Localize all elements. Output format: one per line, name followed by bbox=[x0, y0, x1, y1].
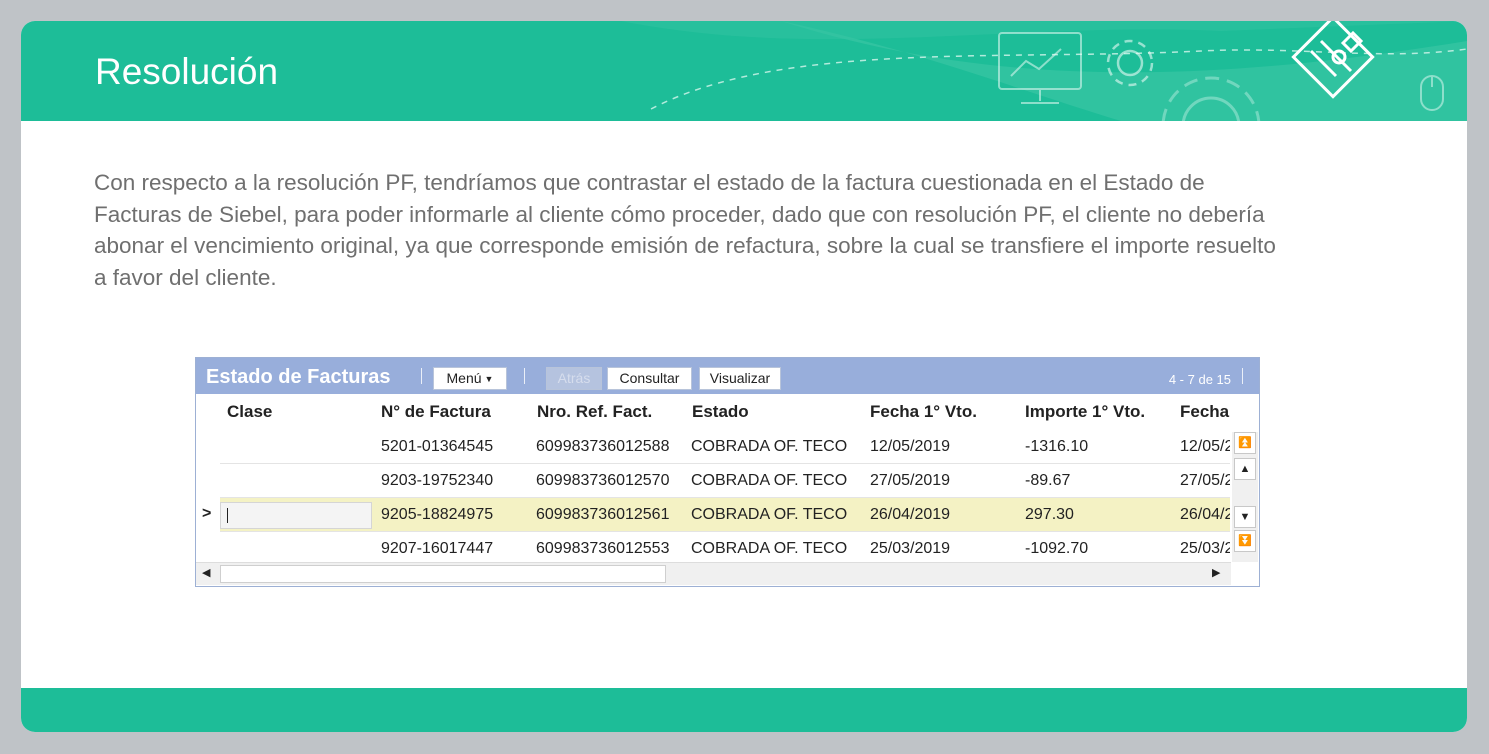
cell-fecha1: 25/03/2019 bbox=[870, 540, 951, 557]
column-header-importe1[interactable]: Importe 1° Vto. bbox=[1025, 394, 1145, 430]
estado-facturas-applet: Estado de Facturas Menú ▼ Atrás Consultar… bbox=[195, 357, 1260, 587]
horizontal-scroll-thumb[interactable] bbox=[220, 565, 666, 583]
cell-importe1: -1092.70 bbox=[1025, 540, 1089, 557]
cell-estado: COBRADA OF. TECO bbox=[691, 472, 848, 489]
cell-fecha2: 26/04/2 bbox=[1180, 506, 1230, 523]
slide-footer bbox=[21, 688, 1467, 732]
cell-ref: 609983736012570 bbox=[536, 472, 670, 489]
page-title: Resolución bbox=[95, 51, 279, 92]
cell-fecha1: 27/05/2019 bbox=[870, 472, 951, 489]
cell-factura: 9203-19752340 bbox=[381, 472, 494, 489]
cell-ref: 609983736012588 bbox=[536, 438, 670, 455]
column-header-estado[interactable]: Estado bbox=[692, 394, 749, 430]
body-paragraph: Con respecto a la resolución PF, tendría… bbox=[94, 170, 1276, 290]
cell-factura: 5201-01364545 bbox=[381, 438, 494, 455]
record-counter: 4 - 7 de 15 bbox=[1168, 372, 1231, 387]
column-header-clase[interactable]: Clase bbox=[227, 394, 272, 430]
vertical-scrollbar[interactable]: ⏫ ▲ ▼ ⏬ bbox=[1232, 432, 1258, 562]
scroll-up-icon[interactable]: ▲ bbox=[1234, 458, 1256, 480]
table-row[interactable]: 9207-16017447 609983736012553 COBRADA OF… bbox=[220, 532, 1230, 565]
cell-importe1: -89.67 bbox=[1025, 472, 1071, 489]
clase-edit-field[interactable] bbox=[220, 502, 372, 529]
slide-header: Resolución bbox=[21, 21, 1467, 121]
scroll-left-icon[interactable]: ◀ bbox=[202, 566, 210, 579]
cell-ref: 609983736012561 bbox=[536, 506, 670, 523]
menu-button-label: Menú bbox=[446, 370, 482, 386]
text-cursor bbox=[227, 508, 228, 523]
cell-importe1: -1316.10 bbox=[1025, 438, 1089, 455]
column-header-factura[interactable]: N° de Factura bbox=[381, 394, 491, 430]
back-button[interactable]: Atrás bbox=[546, 367, 602, 390]
table-row[interactable]: 5201-01364545 609983736012588 COBRADA OF… bbox=[220, 430, 1230, 464]
column-header-fecha1[interactable]: Fecha 1° Vto. bbox=[870, 394, 977, 430]
cell-importe1: 297.30 bbox=[1025, 506, 1074, 523]
first-record-icon[interactable]: ⏫ bbox=[1234, 432, 1256, 454]
last-record-icon[interactable]: ⏬ bbox=[1234, 530, 1256, 552]
scroll-down-icon[interactable]: ▼ bbox=[1234, 506, 1256, 528]
column-header-ref[interactable]: Nro. Ref. Fact. bbox=[537, 394, 652, 430]
scroll-right-icon[interactable]: ▶ bbox=[1212, 566, 1220, 579]
toolbar-divider bbox=[524, 368, 525, 384]
cell-fecha2: 25/03/2 bbox=[1180, 540, 1230, 557]
table-row-selected[interactable]: 9205-18824975 609983736012561 COBRADA OF… bbox=[220, 498, 1230, 532]
view-button[interactable]: Visualizar bbox=[699, 367, 781, 390]
cell-factura: 9205-18824975 bbox=[381, 506, 494, 523]
cell-estado: COBRADA OF. TECO bbox=[691, 506, 848, 523]
table-row[interactable]: 9203-19752340 609983736012570 COBRADA OF… bbox=[220, 464, 1230, 498]
cell-estado: COBRADA OF. TECO bbox=[691, 540, 848, 557]
cell-fecha2: 12/05/2 bbox=[1180, 438, 1230, 455]
cell-fecha1: 12/05/2019 bbox=[870, 438, 951, 455]
applet-title: Estado de Facturas bbox=[206, 366, 391, 388]
query-button[interactable]: Consultar bbox=[607, 367, 692, 390]
chevron-down-icon: ▼ bbox=[484, 374, 494, 384]
column-header-fecha2[interactable]: Fecha 2° bbox=[1180, 394, 1230, 430]
applet-toolbar: Estado de Facturas Menú ▼ Atrás Consultar… bbox=[196, 358, 1259, 394]
selected-row-indicator: > bbox=[202, 505, 212, 522]
cell-fecha1: 26/04/2019 bbox=[870, 506, 951, 523]
cell-ref: 609983736012553 bbox=[536, 540, 670, 557]
toolbar-divider bbox=[421, 368, 422, 384]
slide: Resolución Con respecto a la resolución … bbox=[21, 21, 1467, 732]
cell-estado: COBRADA OF. TECO bbox=[691, 438, 848, 455]
cell-fecha2: 27/05/2 bbox=[1180, 472, 1230, 489]
horizontal-scrollbar[interactable]: ◀ ▶ bbox=[196, 562, 1231, 585]
menu-button[interactable]: Menú ▼ bbox=[433, 367, 507, 390]
cell-factura: 9207-16017447 bbox=[381, 540, 494, 557]
toolbar-divider bbox=[1242, 368, 1243, 384]
